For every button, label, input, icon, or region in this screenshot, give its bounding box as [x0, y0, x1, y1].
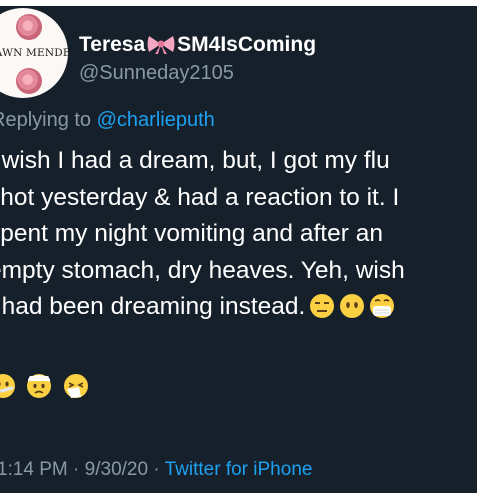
replying-to-label: Replying to	[0, 109, 97, 131]
ribbon-bow-icon	[147, 36, 175, 54]
rose-decoration	[16, 68, 42, 94]
tweet-line: I had been dreaming instead.	[0, 293, 306, 320]
tweet-time[interactable]: 1:14 PM	[0, 459, 68, 480]
avatar[interactable]: SHAWN MENDES	[0, 8, 68, 98]
face-with-thermometer-icon	[0, 374, 15, 398]
reply-mention-link[interactable]: @charlieputh	[97, 109, 215, 131]
rose-decoration	[16, 14, 42, 40]
tweet-line-last: I had been dreaming instead.	[0, 289, 477, 326]
display-name-part2: SM4IsComing	[177, 33, 317, 56]
tweet-card[interactable]: SHAWN MENDES Teresa SM4IsComing @Sunneda…	[0, 6, 477, 493]
tweet-line: I wish I had a dream, but, I got my flu	[0, 147, 390, 174]
face-without-mouth-icon	[340, 294, 365, 318]
expressionless-face-icon	[310, 294, 335, 318]
tweet-timestamp: 1:14 PM · 9/30/20 · Twitter for iPhone	[0, 459, 312, 481]
tweet-date[interactable]: 9/30/20	[85, 459, 148, 480]
meta-separator: ·	[148, 459, 165, 480]
avatar-text: SHAWN MENDES	[0, 47, 68, 59]
face-with-medical-mask-icon	[370, 294, 395, 318]
tweet-line: spent my night vomiting and after an	[0, 220, 383, 247]
tweet-text: I wish I had a dream, but, I got my flu …	[0, 143, 477, 326]
tweet-source-link[interactable]: Twitter for iPhone	[165, 459, 313, 480]
tweet-line: empty stomach, dry heaves. Yeh, wish	[0, 256, 405, 284]
display-name[interactable]: Teresa SM4IsComing	[79, 33, 316, 57]
user-handle[interactable]: @Sunneday2105	[79, 62, 234, 85]
face-with-head-bandage-icon	[27, 374, 52, 398]
meta-separator: ·	[67, 459, 85, 480]
tweet-line: shot yesterday & had a reaction to it. I	[0, 183, 400, 211]
trailing-emoji-row	[0, 373, 95, 403]
display-name-part1: Teresa	[79, 33, 146, 56]
replying-to: Replying to @charlieputh	[0, 109, 215, 132]
sneezing-face-icon	[63, 374, 88, 398]
